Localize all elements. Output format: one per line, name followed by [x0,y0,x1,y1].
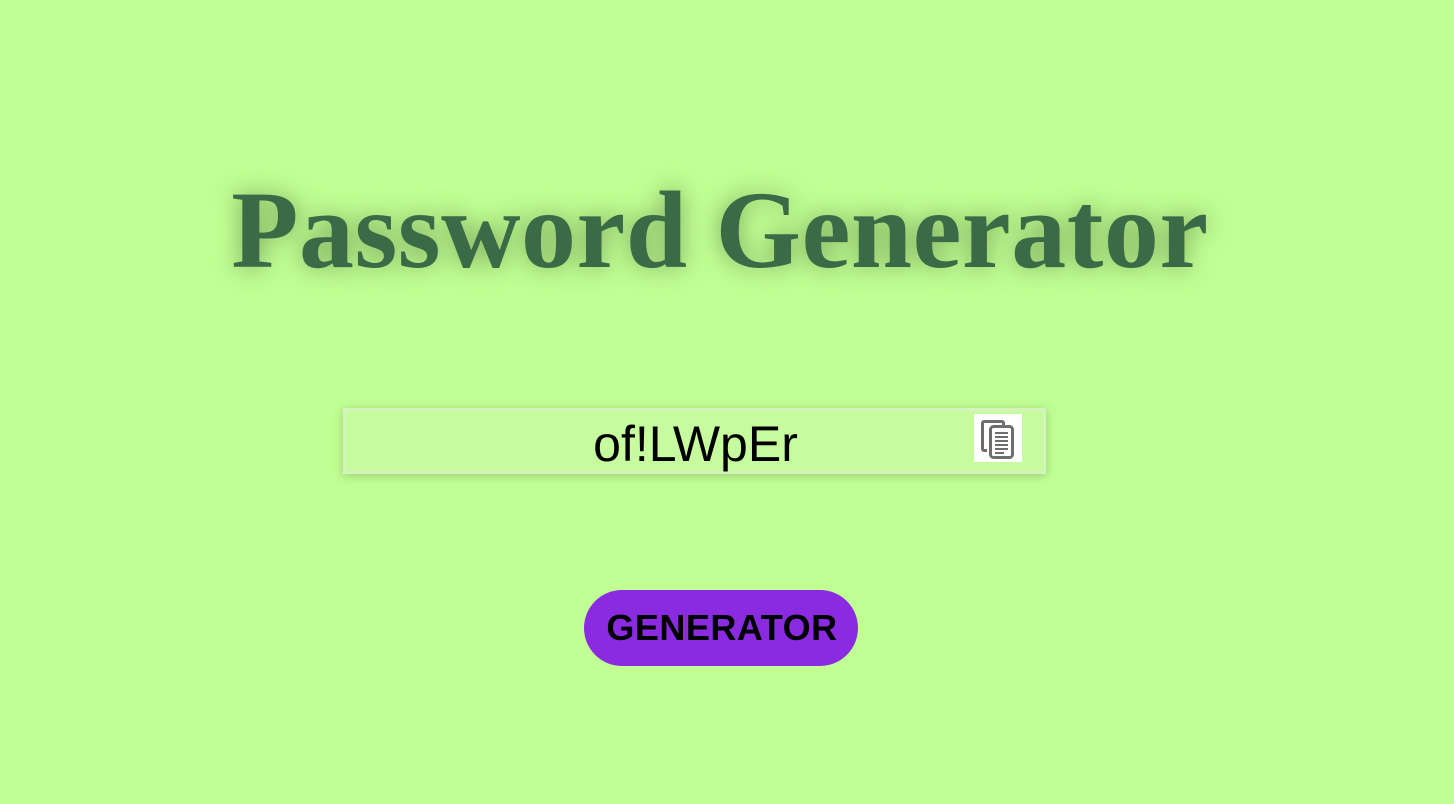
generate-button-label: GENERATOR [606,607,838,648]
copy-icon [981,420,1014,459]
password-display: of!LWpEr [343,408,1046,474]
generate-button[interactable]: GENERATOR [584,590,858,666]
password-generator-page: Password Generator of!LWpEr GENERATOR [0,0,1454,804]
page-title: Password Generator [231,169,1209,291]
password-value[interactable]: of!LWpEr [346,411,1049,472]
copy-button[interactable] [974,414,1022,462]
